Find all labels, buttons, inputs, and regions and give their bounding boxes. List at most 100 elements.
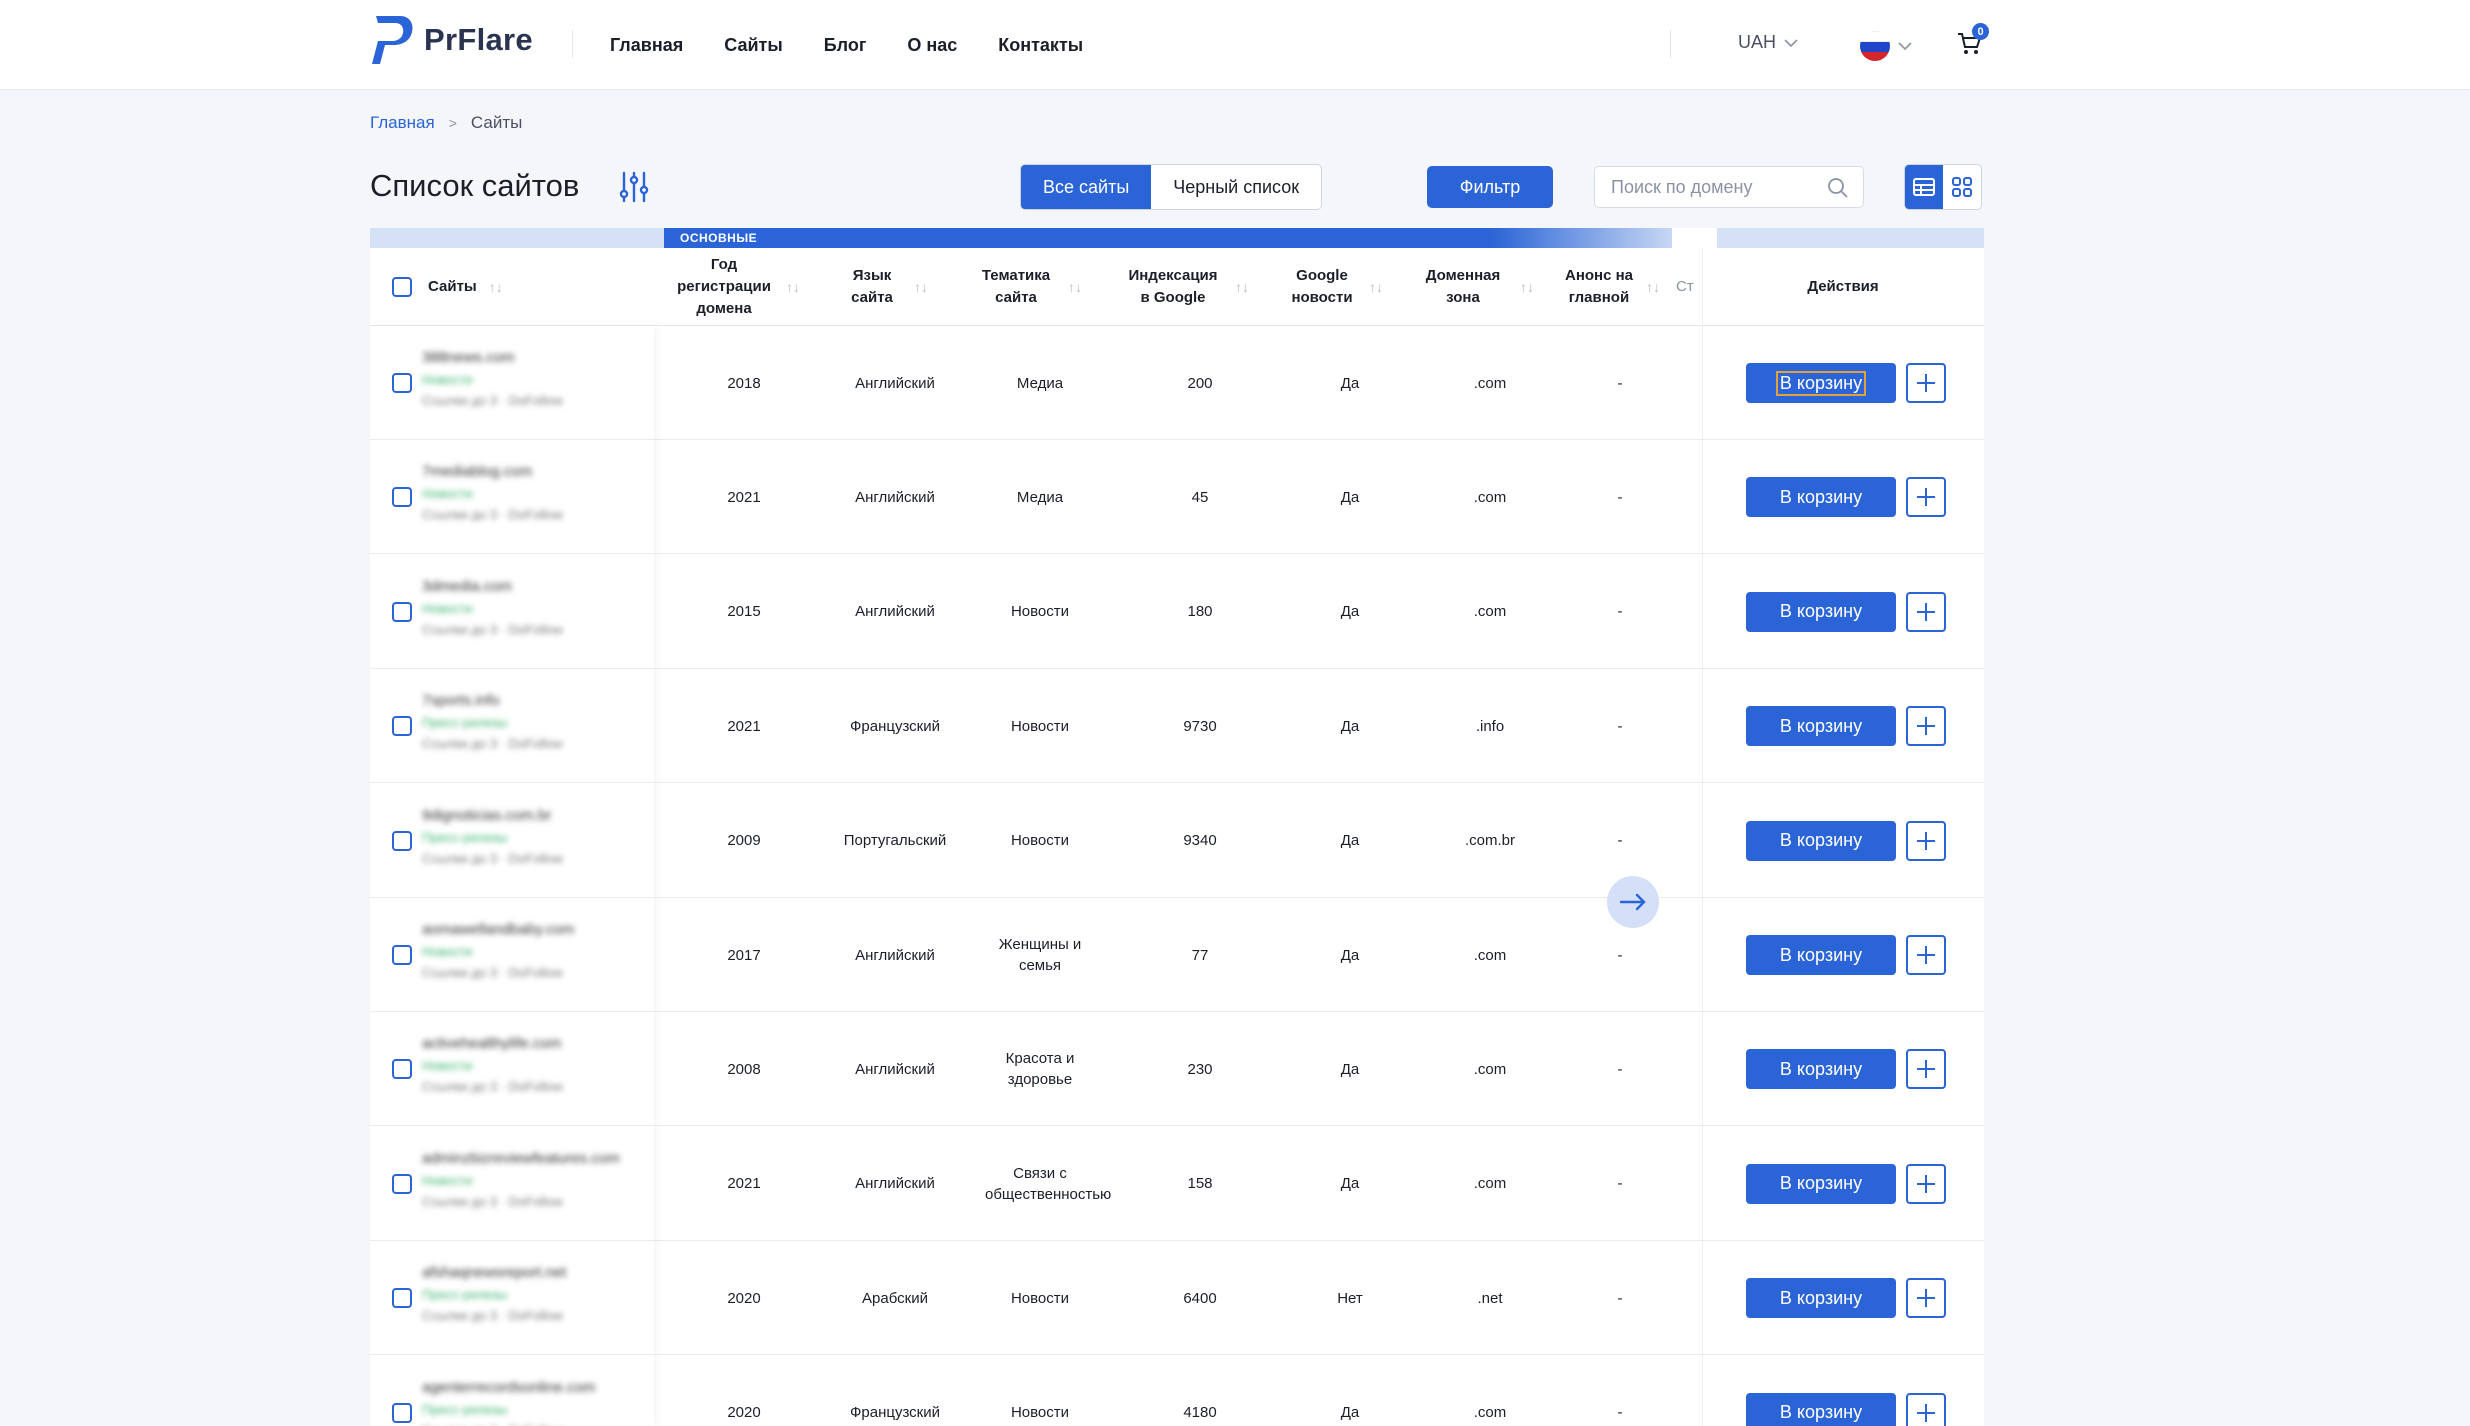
site-info[interactable]: agenterrecordsonline.com Пресс-релизы Сс… [422,1380,595,1426]
nav-sites[interactable]: Сайты [724,35,782,56]
scroll-right-button[interactable] [1607,876,1659,928]
row-checkbox[interactable] [392,373,412,393]
col-lang[interactable]: Язык сайта ↑↓ [820,248,950,326]
add-button[interactable] [1906,1163,1946,1204]
add-button[interactable] [1906,706,1946,747]
row-checkbox[interactable] [392,1288,412,1309]
cell-index-value: 200 [1187,374,1213,392]
add-button[interactable] [1906,820,1946,861]
col-topic[interactable]: Тематика сайта ↑↓ [956,248,1102,326]
language-selector[interactable] [1860,31,1912,61]
site-domain[interactable]: 7mediablog.com [422,464,563,479]
add-to-cart-button[interactable]: В корзину [1746,1392,1896,1426]
add-button[interactable] [1906,591,1946,632]
add-to-cart-button[interactable]: В корзину [1746,935,1896,975]
add-button[interactable] [1906,477,1946,518]
select-all-checkbox[interactable] [392,277,412,297]
site-domain[interactable]: aomawellandbaby.com [422,922,574,937]
site-domain[interactable]: agenterrecordsonline.com [422,1380,595,1395]
search-input[interactable] [1611,167,1821,207]
row-checkbox[interactable] [392,1173,412,1194]
add-to-cart-button[interactable]: В корзину [1746,363,1896,403]
search-icon[interactable] [1827,177,1849,199]
col-zone[interactable]: Доменная зона ↑↓ [1406,248,1546,326]
col-index[interactable]: Индексация в Google ↑↓ [1108,248,1264,326]
add-button[interactable] [1906,1392,1946,1426]
col-gnews[interactable]: Google новости ↑↓ [1270,248,1400,326]
site-info[interactable]: afshaqnewsreport.net Пресс-релизы Ссылки… [422,1265,566,1322]
cell-gnews-value: Да [1340,1060,1360,1078]
site-domain[interactable]: 7sports.info [422,693,563,708]
site-domain[interactable]: adminzbizreviewfeatures.com [422,1151,620,1166]
add-to-cart-button[interactable]: В корзину [1746,591,1896,632]
add-button[interactable] [1906,363,1946,403]
logo[interactable]: PrFlare [370,14,533,66]
row-checkbox[interactable] [392,601,412,622]
add-to-cart-button[interactable]: В корзину [1746,1049,1896,1090]
row-checkbox[interactable] [392,1059,412,1080]
tab-all-sites[interactable]: Все сайты [1021,165,1152,209]
header-divider-right [1670,30,1671,58]
cell-zone: .net [1420,1241,1560,1355]
grid-view-button[interactable] [1943,165,1981,209]
row-checkbox[interactable] [392,716,412,737]
site-tag: Новости [422,600,473,616]
site-tag: Новости [422,1058,473,1074]
table-view-button[interactable] [1905,165,1943,209]
cell-topic: Медиа [960,440,1120,554]
cell-lang-value: Французский [850,1404,940,1422]
site-tag: Новости [422,486,473,502]
add-to-cart-button[interactable]: В корзину [1746,1278,1896,1319]
site-domain[interactable]: 388news.com [422,350,563,365]
site-info[interactable]: 7mediablog.com Новости Ссылки до 3 · DoF… [422,464,563,521]
col-sites[interactable]: Сайты ↑↓ [428,248,558,326]
sort-icon: ↑↓ [488,278,503,295]
table-header: Сайты ↑↓ Год регистрации домена ↑↓ Язык са… [370,248,1984,326]
col-index-label: Индексация в Google [1128,267,1218,306]
cell-topic-value: Женщины и семья [998,936,1082,974]
add-to-cart-button[interactable]: В корзину [1746,477,1896,518]
site-domain[interactable]: afshaqnewsreport.net [422,1265,566,1280]
site-info[interactable]: 3dmedia.com Новости Ссылки до 3 · DoFoll… [422,579,563,636]
currency-selector[interactable]: UAH [1738,32,1798,53]
nav-blog[interactable]: Блог [824,35,867,56]
add-button[interactable] [1906,1278,1946,1319]
nav-contacts[interactable]: Контакты [998,35,1083,56]
add-to-cart-button[interactable]: В корзину [1746,706,1896,747]
row-checkbox[interactable] [392,1402,412,1423]
add-to-cart-button[interactable]: В корзину [1746,1163,1896,1204]
cell-announce: - [1560,326,1680,440]
plus-icon [1917,1174,1935,1193]
add-to-cart-label: В корзину [1775,370,1867,396]
cell-gnews-value: Нет [1337,1289,1363,1307]
cart-button[interactable]: 0 [1956,23,1989,60]
site-domain[interactable]: 9dignoticias.com.br [422,808,563,823]
add-button[interactable] [1906,935,1946,975]
cell-topic-value: Медиа [1016,488,1064,506]
add-to-cart-button[interactable]: В корзину [1746,820,1896,861]
site-info[interactable]: aomawellandbaby.com Новости Ссылки до 3 … [422,922,574,979]
row-checkbox[interactable] [392,945,412,965]
add-button[interactable] [1906,1049,1946,1090]
row-checkbox[interactable] [392,487,412,508]
site-tag: Пресс-релизы [422,715,508,731]
site-info[interactable]: activehealthylife.com Новости Ссылки до … [422,1036,563,1093]
site-info[interactable]: 9dignoticias.com.br Пресс-релизы Ссылки … [422,808,563,865]
filter-button[interactable]: Фильтр [1427,166,1553,208]
cell-year: 2020 [664,1241,824,1355]
nav-home[interactable]: Главная [610,35,683,56]
site-domain[interactable]: activehealthylife.com [422,1036,563,1051]
tab-blacklist[interactable]: Черный список [1151,165,1321,209]
cell-announce-value: - [1617,603,1623,621]
col-year[interactable]: Год регистрации домена ↑↓ [664,248,810,326]
col-announce[interactable]: Анонс на главной ↑↓ [1552,248,1672,326]
breadcrumb-home[interactable]: Главная [370,113,435,133]
row-checkbox[interactable] [392,830,412,851]
site-info[interactable]: 7sports.info Пресс-релизы Ссылки до 3 · … [422,693,563,750]
site-info[interactable]: 388news.com Новости Ссылки до 3 · DoFoll… [422,350,563,407]
column-settings-button[interactable] [618,170,650,204]
cell-index: 45 [1120,440,1280,554]
site-domain[interactable]: 3dmedia.com [422,579,563,594]
nav-about[interactable]: О нас [907,35,957,56]
site-info[interactable]: adminzbizreviewfeatures.com Новости Ссыл… [422,1151,620,1208]
